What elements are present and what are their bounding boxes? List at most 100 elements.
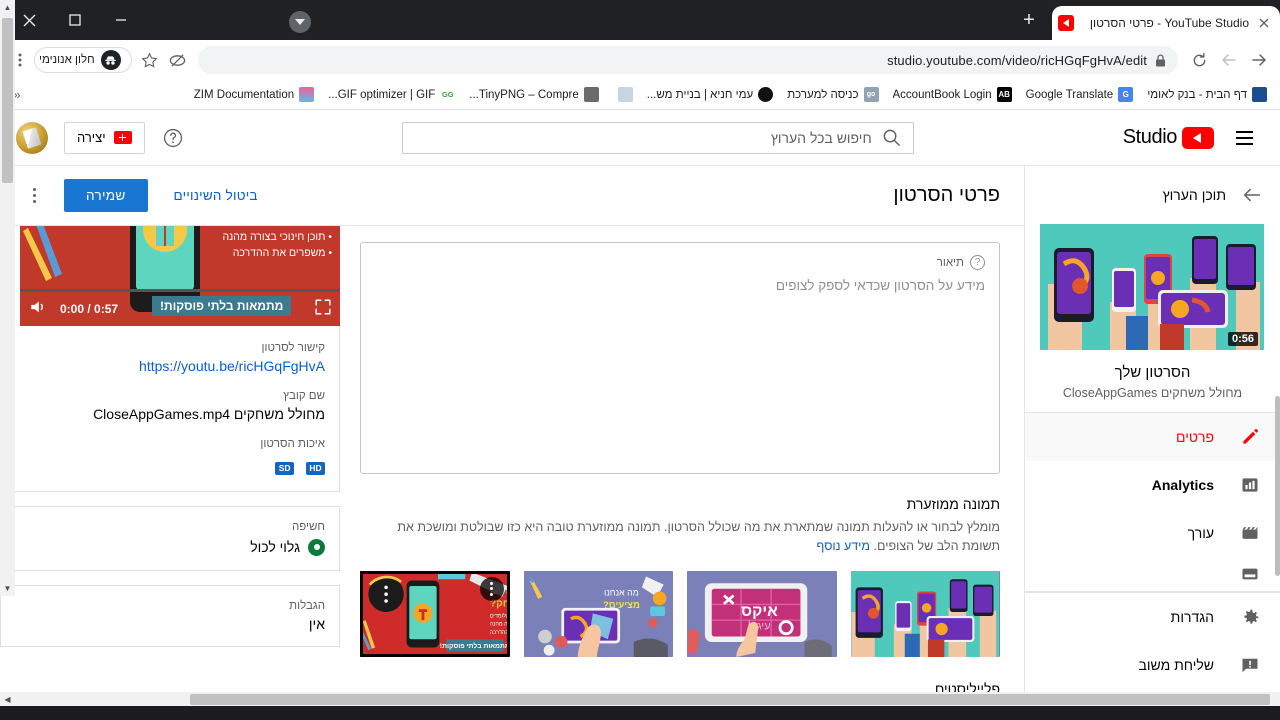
search-icon [882,128,901,147]
more-options-icon[interactable] [479,576,504,601]
bookmark-label: AccountBook Login [892,88,992,101]
forward-nav-icon[interactable] [1244,45,1274,75]
video-link-value: https://youtu.be/ricHGqFgHvA [15,358,325,374]
minimize-icon[interactable] [98,4,144,36]
bookmark-label: TinyPNG – Compre... [469,88,579,101]
create-button[interactable]: יצירה [63,121,145,154]
thumbnail-learn-more-link[interactable]: מידע נוסף [817,539,871,553]
sidebar-item-label: עורך [1187,525,1214,541]
page-horizontal-scrollbar[interactable]: ◀ [0,692,1280,706]
sidebar-item-label: Analytics [1151,477,1214,493]
help-icon[interactable] [153,118,193,158]
scroll-down-arrow-icon[interactable]: ▼ [0,581,15,596]
thumbnail-option-4[interactable]: למה להעביר תוכן באמצעות משחק? • מתקרבים … [360,570,510,657]
avatar[interactable] [15,121,48,154]
tracking-protection-icon[interactable] [164,46,192,74]
sidebar-item-details[interactable]: פרטים [1025,413,1280,461]
thumbnail-option-1[interactable] [850,570,1000,657]
more-options-icon[interactable] [20,188,48,203]
back-nav-icon[interactable] [1214,45,1244,75]
visibility-value-row: גלוי לכול [15,538,325,556]
hamburger-icon[interactable] [1224,118,1264,158]
bookmark-star-icon[interactable] [136,46,164,74]
main-toolbar: פרטי הסרטון ביטול השינויים שמירה [0,166,1024,226]
omnibox-url-text: studio.youtube.com/video/ricHGqFgHvA/edi… [887,52,1147,68]
bookmark-favicon [299,87,315,102]
browser-tab[interactable]: YouTube Studio - פרטי הסרטון [1052,6,1280,40]
bookmark-label: Google Translate [1025,88,1114,101]
sidebar-menu: פרטים Analytics עורך [1025,412,1280,591]
sidebar-item-editor[interactable]: עורך [1025,509,1280,557]
bookmark-item[interactable]: AB AccountBook Login [886,85,1019,104]
bookmark-item[interactable]: go כניסה למערכת [780,85,885,104]
maximize-icon[interactable] [52,4,98,36]
scroll-up-arrow-icon[interactable]: ▲ [0,0,15,15]
fullscreen-icon[interactable] [314,298,332,321]
video-link[interactable]: https://youtu.be/ricHGqFgHvA [139,358,325,374]
youtube-icon [1058,15,1074,31]
video-link-row: קישור לסרטון https://youtu.be/ricHGqFgHv… [15,342,325,374]
details-form: ? תיאור מידע על הסרטון שכדאי לספק לצופים… [340,226,1024,706]
bookmark-item[interactable]: עמי חניא | בניית מש... [640,85,780,104]
scrollbar-thumb[interactable] [2,18,13,183]
bookmark-label: עמי חניא | בניית מש... [646,88,754,101]
window-controls [0,0,144,40]
sidebar-item-analytics[interactable]: Analytics [1025,461,1280,509]
address-bar[interactable]: studio.youtube.com/video/ricHGqFgHvA/edi… [197,46,1178,74]
volume-icon[interactable] [28,297,48,322]
bookmark-item[interactable]: GG GIF optimizer | GIF... [321,85,462,104]
scroll-left-arrow-icon[interactable]: ◀ [0,692,15,706]
bookmark-item[interactable]: דף הבית - בנק לאומי [1140,85,1274,104]
video-player[interactable]: • תוכן חינוכי בצורה מהנה • משפרים את ההד… [20,226,340,326]
description-label: תיאור [936,256,964,269]
player-bullet: • משפרים את ההדרכה [232,246,332,259]
tab-title: YouTube Studio - פרטי הסרטון [1089,16,1249,30]
cancel-changes-button[interactable]: ביטול השינויים [164,180,268,211]
restrictions-label: הגבלות [289,599,325,612]
studio-body: תוכן הערוץ 0:56 הסרטון שלך מחולל משחקים … [0,166,1280,706]
arrow-back-icon[interactable] [1240,183,1264,207]
sidebar-item-label: פרטים [1175,429,1214,445]
player-controls: 0:00 / 0:57 [20,292,340,326]
save-button[interactable]: שמירה [64,179,148,212]
sidebar-item-subtitles[interactable] [1025,557,1280,591]
reload-icon[interactable] [1184,45,1214,75]
video-duration-badge: 0:56 [1227,332,1258,346]
svg-text:איקס: איקס [741,603,778,620]
sidebar-video-title: הסרטון שלך [1114,364,1191,381]
bookmark-item[interactable]: TinyPNG – Compre... [462,85,606,104]
svg-text:• מתקרבים לעולם הלומדים: • מתקרבים לעולם הלומדים [489,612,509,619]
bookmark-item[interactable]: G Google Translate [1019,85,1141,104]
hscrollbar-thumb[interactable] [190,694,1270,705]
browser-titlebar: + YouTube Studio - פרטי הסרטון [0,0,1280,40]
help-circle-icon[interactable]: ? [970,255,985,270]
sidebar-scrollbar-thumb[interactable] [1275,396,1280,576]
thumbnail-section-desc: מומלץ לבחור או להעלות תמונה שמתארת את מה… [360,518,1000,557]
incognito-indicator[interactable]: חלון אנונימי [34,47,132,73]
profile-chip-icon[interactable] [289,11,311,33]
visibility-card[interactable]: חשיפה גלוי לכול [0,505,340,571]
sidebar-item-settings[interactable]: הגדרות [1025,593,1280,641]
search-input[interactable]: חיפוש בכל הערוץ [401,121,914,154]
status-badge: HD [306,461,325,475]
quality-row: איכות הסרטון HD SD [15,438,325,475]
sidebar-video-channel: מחולל משחקים CloseAppGames [1062,386,1243,400]
studio-logo[interactable]: Studio [1123,126,1214,149]
bookmark-item[interactable]: ZIM Documentation [187,85,321,104]
browser-toolbar: studio.youtube.com/video/ricHGqFgHvA/edi… [0,40,1280,80]
bookmark-label: כניסה למערכת [787,88,859,101]
tab-close-icon[interactable] [1256,15,1272,31]
description-field[interactable]: ? תיאור מידע על הסרטון שכדאי לספק לצופים [360,242,1000,474]
page-vertical-scrollbar[interactable]: ▲ ▼ [0,0,15,596]
new-tab-button[interactable]: + [1012,3,1046,37]
thumbnail-option-2[interactable]: איקס עיגול [687,570,837,657]
restrictions-card[interactable]: הגבלות אין [0,584,340,647]
gear-icon [1236,607,1264,628]
thumbnail-option-3[interactable]: מה אנחנו מציעים? [523,570,673,657]
page-title: פרטי הסרטון [893,184,1000,206]
sidebar-item-feedback[interactable]: שליחת משוב [1025,641,1280,689]
os-taskbar [0,706,1280,720]
visibility-value: גלוי לכול [250,539,300,555]
bookmark-item[interactable] [606,85,640,104]
sidebar-video-thumbnail[interactable]: 0:56 [1040,224,1264,350]
